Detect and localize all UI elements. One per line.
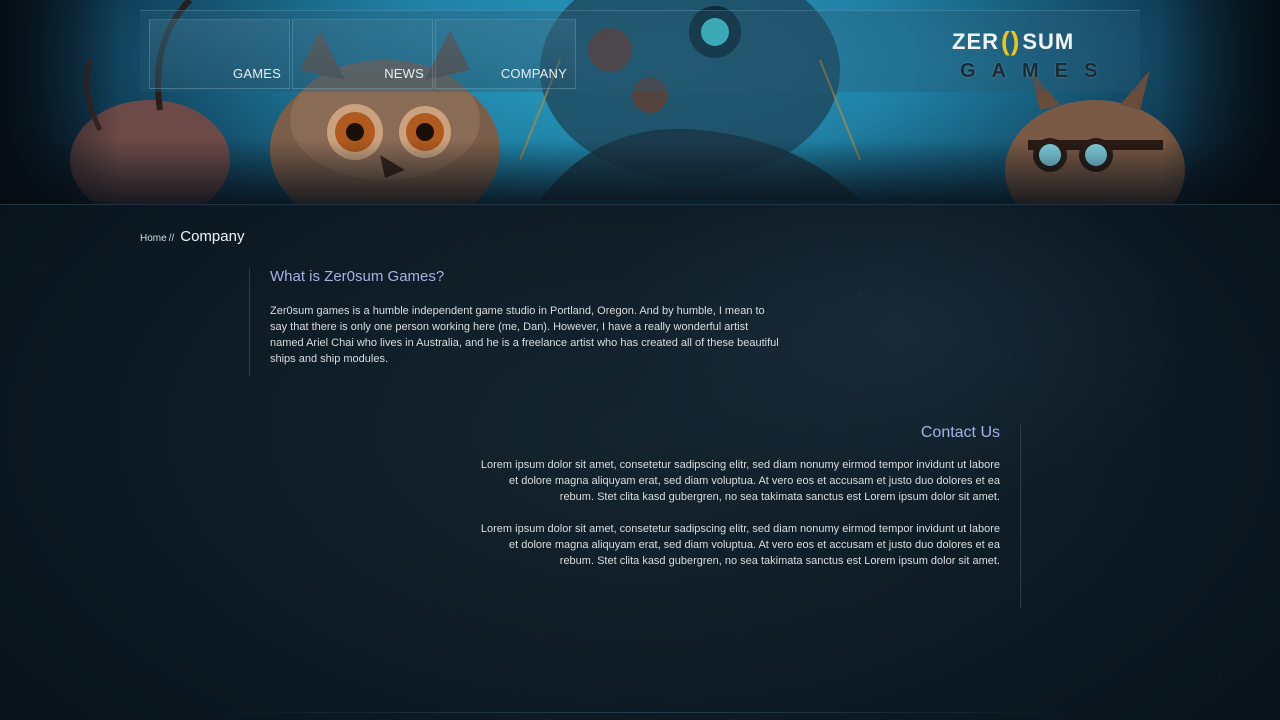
nav-item-company[interactable]: COMPANY bbox=[435, 19, 576, 89]
breadcrumb-current: Company bbox=[180, 228, 245, 245]
contact-paragraph: Lorem ipsum dolor sit amet, consetetur s… bbox=[480, 459, 1000, 503]
footer-divider bbox=[200, 712, 1080, 713]
logo-subtitle: GAMES bbox=[960, 60, 1114, 82]
about-section: What is Zer0sum Games? Zer0sum games is … bbox=[249, 268, 779, 376]
logo-text-left: ZER bbox=[952, 28, 999, 54]
about-title: What is Zer0sum Games? bbox=[270, 268, 445, 285]
contact-paragraph: Lorem ipsum dolor sit amet, consetetur s… bbox=[480, 523, 1000, 567]
nav-item-label: NEWS bbox=[384, 66, 424, 81]
logo-zero-mark: () bbox=[1001, 26, 1021, 56]
breadcrumb-home-link[interactable]: Home bbox=[140, 233, 167, 244]
main-nav: GAMES NEWS COMPANY bbox=[149, 19, 576, 89]
logo-text-right: SUM bbox=[1022, 28, 1075, 54]
nav-item-label: COMPANY bbox=[500, 66, 567, 81]
nav-item-games[interactable]: GAMES bbox=[149, 19, 290, 89]
contact-section: Contact Us Lorem ipsum dolor sit amet, c… bbox=[480, 424, 1021, 608]
about-text: Zer0sum games is a humble independent ga… bbox=[270, 305, 779, 365]
zer0sum-games-logo[interactable]: ZER () SUM GAMES bbox=[952, 22, 1132, 88]
breadcrumb-separator: // bbox=[168, 233, 175, 244]
logo-wordmark: ZER () SUM bbox=[952, 26, 1074, 57]
contact-title: Contact Us bbox=[920, 424, 1000, 441]
breadcrumb: Home // Company bbox=[140, 228, 244, 245]
nav-item-news[interactable]: NEWS bbox=[292, 19, 433, 89]
nav-item-label: GAMES bbox=[233, 66, 281, 81]
header-banner: GAMES NEWS COMPANY ZER () SUM GAMES bbox=[0, 0, 1280, 205]
